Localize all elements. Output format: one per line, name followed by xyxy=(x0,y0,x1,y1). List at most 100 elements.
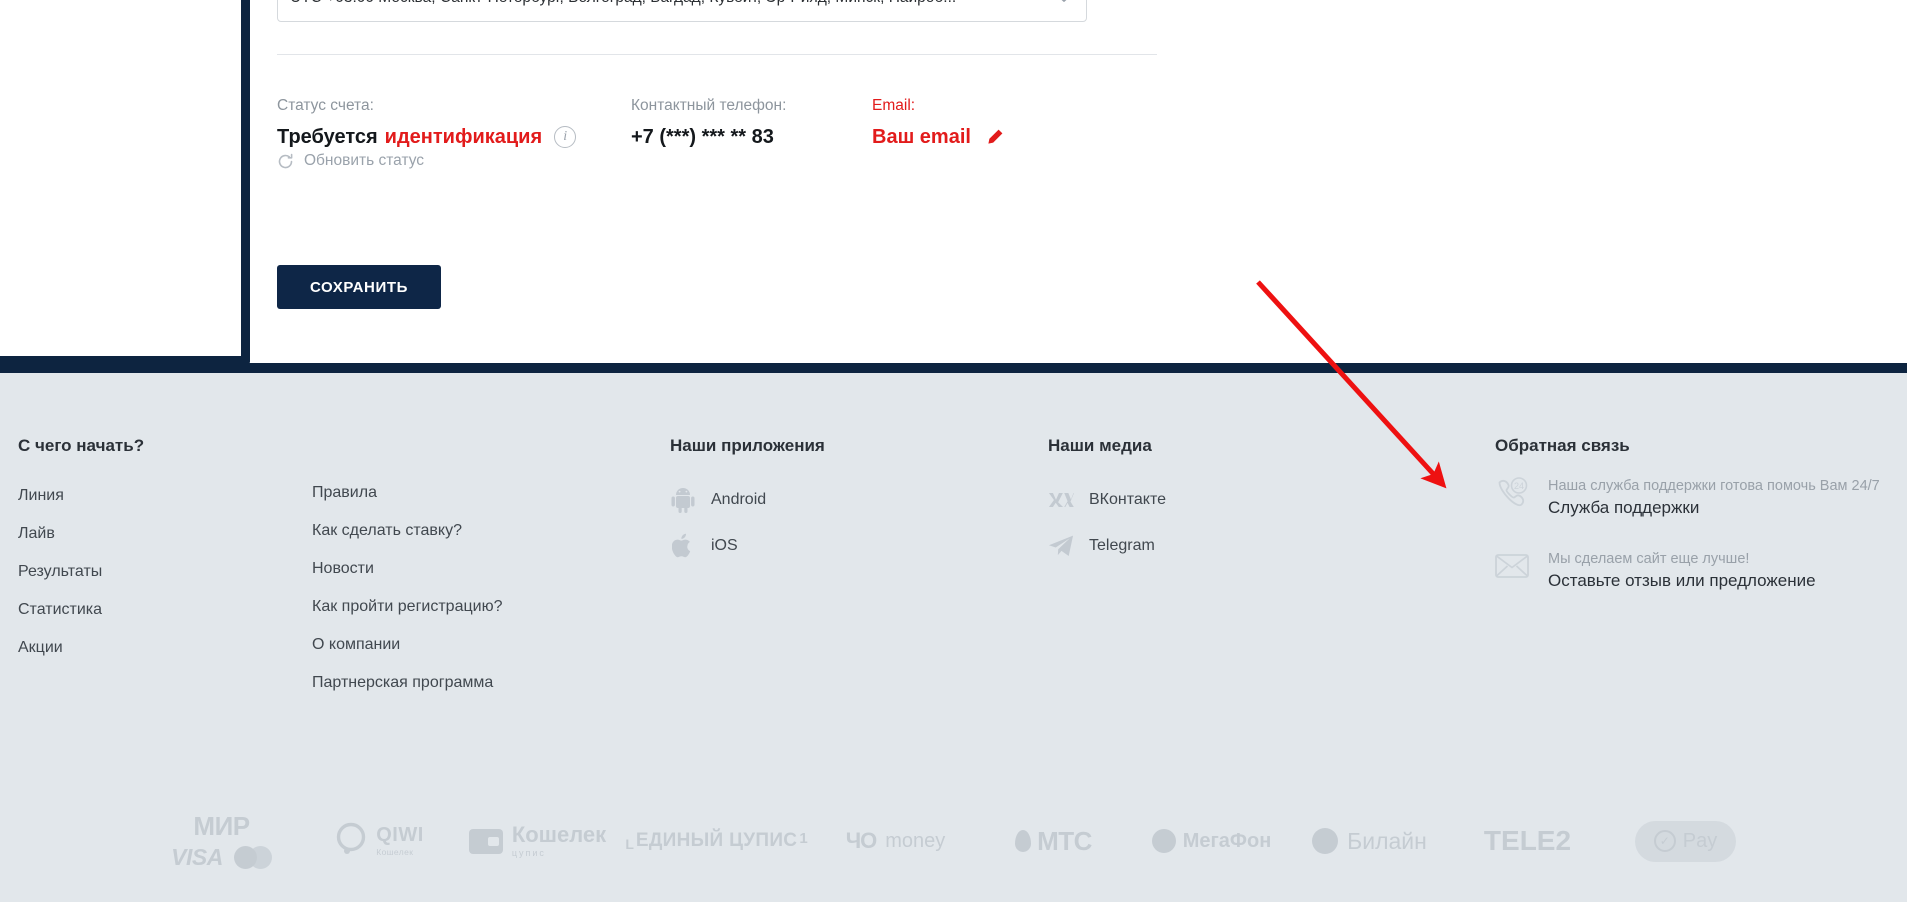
contact-phone-label: Контактный телефон: xyxy=(631,97,787,114)
footer-link-affiliate[interactable]: Партнерская программа xyxy=(312,664,642,702)
footer-link-vk-label: ВКонтакте xyxy=(1089,491,1166,508)
email-value-row: Ваш email xyxy=(872,122,1005,152)
footer-feedback-title: Обратная связь xyxy=(1495,436,1630,455)
footer-support-title: Служба поддержки xyxy=(1548,498,1700,517)
qiwi-logo-text: QIWI xyxy=(376,824,424,847)
footer-column-feedback: Обратная связь 24 Наша служба поддержки … xyxy=(1495,436,1895,623)
beeline-logo-text: Билайн xyxy=(1347,827,1427,854)
site-footer: С чего начать? Линия Лайв Результаты Ста… xyxy=(0,373,1907,902)
koshelek-cupis-logo: Кошелек цупис xyxy=(459,810,617,872)
footer-feedback-text: Мы сделаем сайт еще лучше! Оставьте отзы… xyxy=(1548,550,1816,593)
account-status-value: Требуется идентификация i xyxy=(277,122,577,152)
footer-link-rules[interactable]: Правила xyxy=(312,474,642,512)
account-status-block: Статус счета: Требуется идентификация i xyxy=(277,96,577,169)
yoomoney-mark-text: ЧО xyxy=(845,828,878,853)
support-phone-24-icon: 24 xyxy=(1495,477,1531,509)
content-area: UTC +03:00 Москва, Санкт-Петербург, Волг… xyxy=(0,0,1907,373)
account-status-label: Статус счета: xyxy=(277,97,374,114)
tele2-logo: TELE2 xyxy=(1449,810,1607,872)
mir-visa-mastercard-logo: МИР VISA xyxy=(143,810,301,872)
mts-logo: MTC xyxy=(975,810,1133,872)
footer-link-promotions[interactable]: Акции xyxy=(18,629,308,667)
account-status-text: Требуется xyxy=(277,126,378,148)
cupis-logo-text: ЕДИНЫЙ ЦУПИС xyxy=(635,830,798,851)
edinyy-cupis-logo: L ЕДИНЫЙ ЦУПИС 1 xyxy=(617,810,817,872)
yoomoney-logo: ЧО money xyxy=(817,810,975,872)
footer-feedback-subtitle: Мы сделаем сайт еще лучше! xyxy=(1548,551,1750,567)
payment-logos-row: МИР VISA QIWI Кошелек Кошелек цупис L ЕД… xyxy=(0,801,1907,881)
footer-link-live[interactable]: Лайв xyxy=(18,515,308,553)
footer-column-start: С чего начать? Линия Лайв Результаты Ста… xyxy=(18,436,308,667)
qiwi-mark-icon xyxy=(335,822,369,861)
footer-column-apps: Наши приложения Android iOS xyxy=(670,436,1040,569)
account-settings-form: UTC +03:00 Москва, Санкт-Петербург, Волг… xyxy=(259,0,1907,363)
footer-link-ios[interactable]: iOS xyxy=(670,523,1040,569)
account-status-accent: идентификация xyxy=(384,126,543,148)
footer-column-spacer xyxy=(312,436,642,474)
apple-icon xyxy=(670,533,696,559)
chevron-down-icon xyxy=(1056,0,1072,3)
footer-support-link[interactable]: 24 Наша служба поддержки готова помочь В… xyxy=(1495,477,1895,520)
footer-link-android-label: Android xyxy=(711,491,767,508)
qiwi-logo-subtext: Кошелек xyxy=(376,847,414,858)
cupis-logo-prefix: L xyxy=(625,836,634,852)
footer-link-telegram-label: Telegram xyxy=(1089,537,1155,554)
footer-link-statistics[interactable]: Статистика xyxy=(18,591,308,629)
pay-logo: ✓ Pay xyxy=(1607,810,1765,872)
email-value: Ваш email xyxy=(872,126,971,148)
footer-support-subtitle: Наша служба поддержки готова помочь Вам … xyxy=(1548,478,1880,494)
mir-logo-text: МИР xyxy=(193,811,250,841)
footer-media-title: Наши медиа xyxy=(1048,436,1152,455)
save-button[interactable]: СОХРАНИТЬ xyxy=(277,265,441,309)
beeline-logo: Билайн xyxy=(1291,810,1449,872)
refresh-status-label: Обновить статус xyxy=(304,152,425,169)
megafon-mark-icon xyxy=(1151,829,1176,853)
info-icon[interactable]: i xyxy=(554,126,577,148)
megafon-logo: МегаФон xyxy=(1133,810,1291,872)
pay-logo-text: Pay xyxy=(1682,829,1718,852)
pencil-icon[interactable] xyxy=(985,127,1005,147)
contact-phone-block: Контактный телефон: +7 (***) *** ** 83 xyxy=(631,96,786,152)
left-side-panel xyxy=(0,0,250,365)
footer-link-ios-label: iOS xyxy=(711,537,738,554)
form-divider xyxy=(277,54,1157,55)
footer-link-how-to-bet[interactable]: Как сделать ставку? xyxy=(312,512,642,550)
page-root: UTC +03:00 Москва, Санкт-Петербург, Волг… xyxy=(0,0,1907,902)
footer-feedback-link[interactable]: Мы сделаем сайт еще лучше! Оставьте отзы… xyxy=(1495,550,1895,593)
footer-link-vk[interactable]: ВКонтакте xyxy=(1048,477,1418,523)
footer-link-android[interactable]: Android xyxy=(670,477,1040,523)
footer-link-news[interactable]: Новости xyxy=(312,550,642,588)
mts-logo-text: MTC xyxy=(1037,825,1092,856)
wallet-icon xyxy=(468,828,503,854)
svg-text:24: 24 xyxy=(1514,481,1524,491)
footer-column-media: Наши медиа ВКонтакте Telegram xyxy=(1048,436,1418,569)
timezone-select-value: UTC +03:00 Москва, Санкт-Петербург, Волг… xyxy=(290,0,1046,7)
footer-link-line[interactable]: Линия xyxy=(18,477,308,515)
envelope-icon xyxy=(1495,550,1531,582)
content-bottom-bar xyxy=(0,363,1907,373)
footer-support-text: Наша служба поддержки готова помочь Вам … xyxy=(1548,477,1880,520)
footer-link-registration[interactable]: Как пройти регистрацию? xyxy=(312,588,642,626)
megafon-logo-text: МегаФон xyxy=(1182,829,1272,852)
koshelek-logo-text: Кошелек xyxy=(511,822,607,847)
timezone-select[interactable]: UTC +03:00 Москва, Санкт-Петербург, Волг… xyxy=(277,0,1087,22)
refresh-status-button[interactable]: Обновить статус xyxy=(277,152,424,170)
yoomoney-logo-text: money xyxy=(885,829,946,852)
mastercard-icon xyxy=(233,846,272,869)
koshelek-logo-subtext: цупис xyxy=(511,848,546,858)
footer-apps-title: Наши приложения xyxy=(670,436,825,455)
pay-check-icon: ✓ xyxy=(1653,830,1676,852)
footer-link-about[interactable]: О компании xyxy=(312,626,642,664)
qiwi-logo: QIWI Кошелек xyxy=(301,810,459,872)
android-icon xyxy=(670,487,696,513)
footer-link-results[interactable]: Результаты xyxy=(18,553,308,591)
email-block: Email: Ваш email xyxy=(872,96,1005,152)
footer-feedback-title: Оставьте отзыв или предложение xyxy=(1548,571,1816,590)
visa-logo-text: VISA xyxy=(171,844,223,870)
refresh-icon xyxy=(277,153,294,170)
footer-column-help: Правила Как сделать ставку? Новости Как … xyxy=(312,436,642,702)
tele2-logo-text: TELE2 xyxy=(1483,825,1572,856)
footer-link-telegram[interactable]: Telegram xyxy=(1048,523,1418,569)
telegram-icon xyxy=(1048,533,1074,559)
vk-icon xyxy=(1048,487,1074,513)
